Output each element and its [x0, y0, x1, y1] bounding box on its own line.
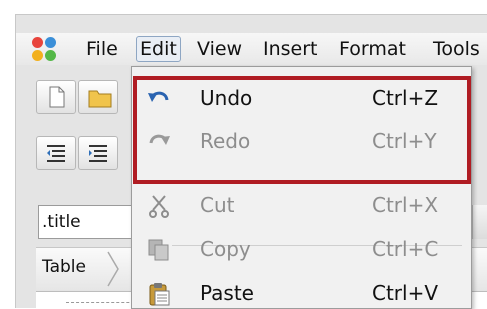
outdent-button[interactable] — [36, 136, 76, 170]
copy-shortcut: Ctrl+C — [372, 237, 439, 261]
menu-item-copy[interactable]: Copy Ctrl+C — [132, 229, 471, 269]
menu-item-cut[interactable]: Cut Ctrl+X — [132, 185, 471, 225]
open-folder-icon — [88, 90, 112, 108]
scissors-icon — [149, 195, 169, 218]
style-dropdown-arrow[interactable] — [472, 205, 487, 239]
copy-icon — [148, 239, 169, 261]
new-document-button[interactable] — [36, 80, 76, 114]
open-folder-button[interactable] — [78, 80, 118, 114]
paste-label: Paste — [200, 281, 254, 305]
menu-insert[interactable]: Insert — [260, 36, 321, 62]
cut-shortcut: Ctrl+X — [372, 193, 439, 217]
outdent-icon — [47, 145, 65, 162]
menu-item-paste[interactable]: Paste Ctrl+V — [132, 273, 471, 308]
indent-icon — [89, 145, 107, 162]
app-logo-icon — [32, 37, 58, 63]
breadcrumb-separator-icon — [107, 251, 119, 287]
menu-view[interactable]: View — [194, 36, 245, 62]
paste-shortcut: Ctrl+V — [372, 281, 439, 305]
paste-icon — [149, 283, 170, 306]
menu-tools[interactable]: Tools — [430, 36, 483, 62]
menu-edit[interactable]: Edit — [136, 36, 181, 62]
menu-bar: File Edit View Insert Format Tools — [16, 33, 487, 65]
indent-button[interactable] — [78, 136, 118, 170]
new-document-icon — [49, 86, 65, 108]
cut-label: Cut — [200, 193, 235, 217]
menu-file[interactable]: File — [83, 36, 121, 62]
highlight-box — [133, 76, 471, 184]
copy-label: Copy — [200, 237, 251, 261]
menu-format[interactable]: Format — [336, 36, 409, 62]
style-selector[interactable]: .title — [38, 205, 138, 239]
breadcrumb-table[interactable]: Table — [42, 257, 86, 277]
